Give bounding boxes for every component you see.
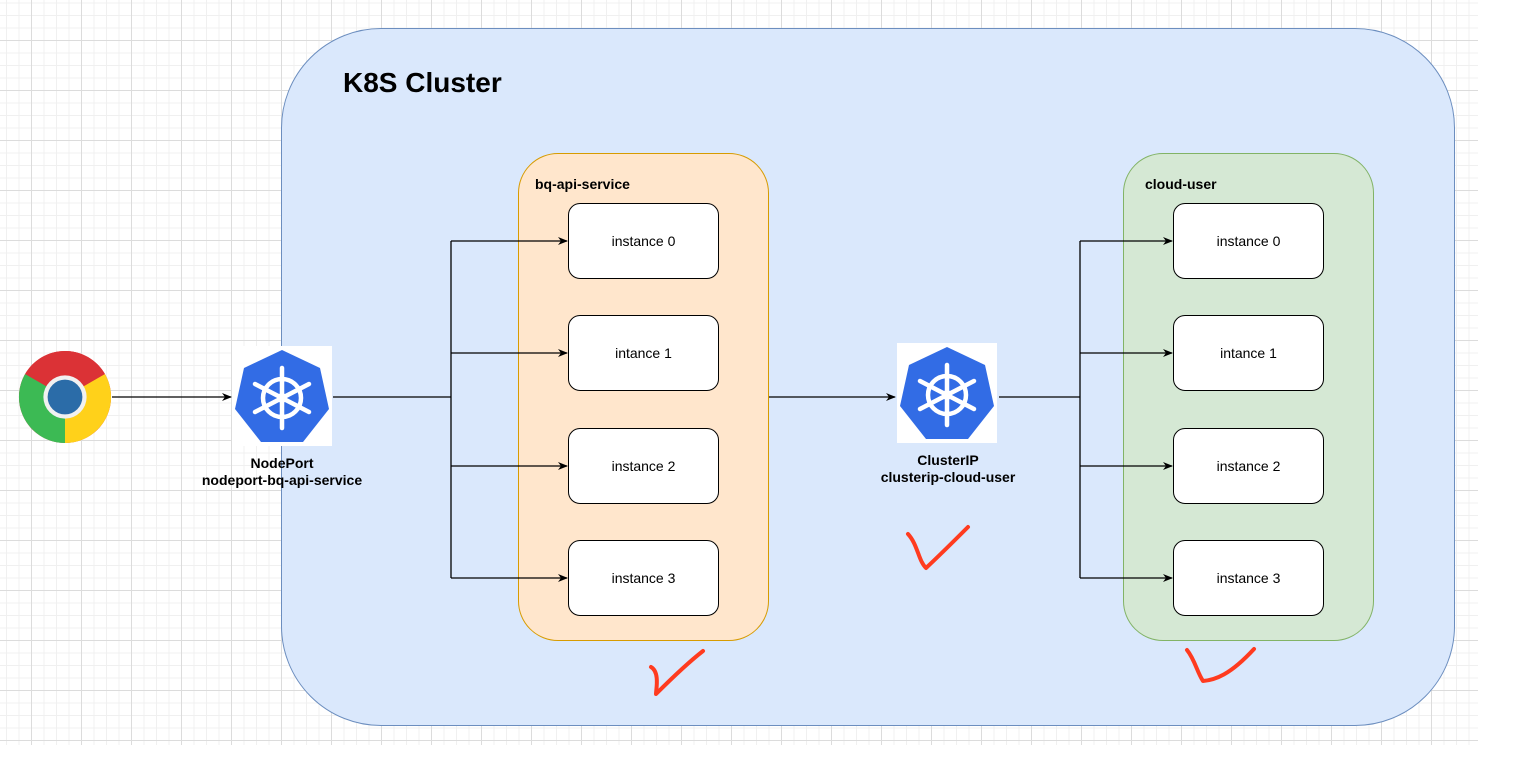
nodeport-label: NodePort nodeport-bq-api-service [162, 455, 402, 489]
kubernetes-icon [900, 347, 994, 439]
clusterip-service-node[interactable] [897, 343, 997, 443]
cloud-user-instance-1[interactable]: intance 1 [1173, 315, 1324, 391]
kubernetes-icon [235, 350, 329, 442]
clusterip-name: clusterip-cloud-user [880, 469, 1016, 485]
bq-api-instance-3[interactable]: instance 3 [568, 540, 719, 616]
nodeport-name: nodeport-bq-api-service [201, 472, 363, 488]
clusterip-label: ClusterIP clusterip-cloud-user [828, 452, 1068, 486]
group-label-bq-api-service: bq-api-service [535, 176, 630, 192]
group-label-cloud-user: cloud-user [1145, 176, 1217, 192]
bq-api-instance-0[interactable]: instance 0 [568, 203, 719, 279]
chrome-browser-icon[interactable] [18, 350, 112, 444]
cluster-title: K8S Cluster [343, 67, 502, 98]
bq-api-instance-2[interactable]: instance 2 [568, 428, 719, 504]
nodeport-type: NodePort [250, 455, 314, 471]
nodeport-service-node[interactable] [232, 346, 332, 446]
cloud-user-instance-0[interactable]: instance 0 [1173, 203, 1324, 279]
cloud-user-instance-2[interactable]: instance 2 [1173, 428, 1324, 504]
bq-api-instance-1[interactable]: intance 1 [568, 315, 719, 391]
clusterip-type: ClusterIP [917, 452, 979, 468]
cloud-user-instance-3[interactable]: instance 3 [1173, 540, 1324, 616]
